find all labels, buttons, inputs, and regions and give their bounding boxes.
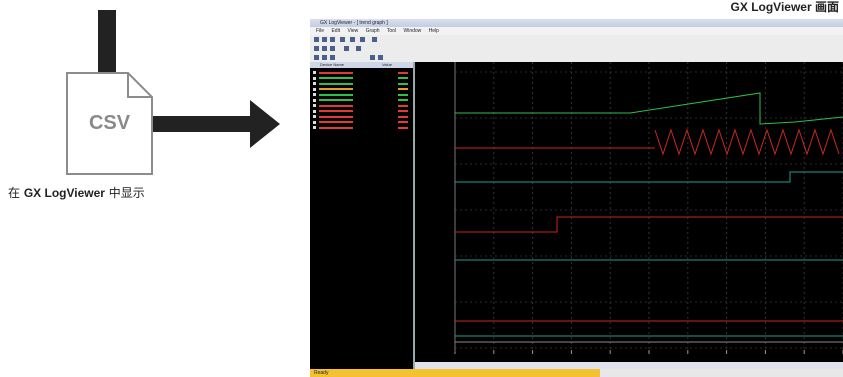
status-bar: Ready (310, 369, 843, 377)
toolbar-icon[interactable] (314, 46, 319, 51)
device-list-row[interactable] (313, 114, 410, 119)
toolbar-icon[interactable] (356, 46, 361, 51)
device-name-bar (319, 110, 353, 112)
menu-help[interactable]: Help (429, 28, 439, 34)
toolbar-icon[interactable] (372, 37, 377, 42)
toolbar-icon[interactable] (322, 37, 327, 42)
logviewer-screenshot: GX LogViewer - [ trend graph ] File Edit… (310, 19, 843, 377)
device-checkbox-icon[interactable] (313, 76, 316, 80)
device-value-bar (398, 104, 408, 107)
toolbar-icon[interactable] (314, 37, 319, 42)
device-value-bar (398, 88, 408, 90)
toolbar-icon[interactable] (322, 46, 327, 51)
toolbar-icon[interactable] (340, 37, 345, 42)
device-list-row[interactable] (313, 120, 410, 125)
status-text: Ready (314, 370, 329, 376)
toolbar-icon[interactable] (350, 37, 355, 42)
toolbar-icon[interactable] (330, 37, 335, 42)
device-list-row[interactable] (313, 109, 410, 114)
menu-graph[interactable]: Graph (366, 28, 380, 34)
menu-file[interactable]: File (316, 28, 324, 34)
arrow-icon (153, 100, 280, 148)
device-list-row[interactable] (313, 103, 410, 108)
toolbar-icon[interactable] (370, 55, 375, 60)
window-title: GX LogViewer - [ trend graph ] (310, 19, 843, 27)
toolbar-icon[interactable] (344, 46, 349, 51)
device-checkbox-icon[interactable] (313, 115, 316, 118)
device-checkbox-icon[interactable] (313, 120, 316, 124)
device-checkbox-icon[interactable] (313, 87, 316, 91)
left-caption: 在 GX LogViewer 中显示 (8, 186, 145, 200)
device-checkbox-icon[interactable] (313, 82, 316, 85)
device-value-bar (398, 99, 408, 101)
toolbar-icon[interactable] (378, 55, 383, 60)
device-value-bar (398, 71, 408, 74)
device-name-bar (319, 82, 353, 85)
menu-window[interactable]: Window (403, 28, 421, 34)
device-name-bar (319, 93, 353, 96)
device-checkbox-icon[interactable] (313, 93, 316, 96)
device-value-bar (398, 126, 408, 129)
device-list-header: Device Name Value (310, 62, 413, 68)
device-checkbox-icon[interactable] (313, 104, 316, 107)
menu-view[interactable]: View (347, 28, 358, 34)
device-name-bar (319, 121, 353, 123)
device-value-bar (398, 121, 408, 123)
device-value-bar (398, 82, 408, 85)
device-list-row[interactable] (313, 76, 410, 81)
device-list-row[interactable] (313, 87, 410, 92)
toolbar-icon[interactable] (314, 55, 319, 60)
device-list-row[interactable] (313, 98, 410, 103)
device-name-bar (319, 104, 353, 107)
device-name-bar (319, 71, 353, 74)
device-name-bar (319, 88, 353, 90)
menu-bar: File Edit View Graph Tool Window Help (310, 27, 843, 35)
status-highlight (310, 369, 600, 377)
device-list-row[interactable] (313, 125, 410, 130)
device-value-bar (398, 110, 408, 112)
device-list-row[interactable] (313, 81, 410, 86)
device-checkbox-icon[interactable] (313, 109, 316, 113)
csv-label: CSV (88, 112, 131, 134)
trend-graph[interactable] (415, 62, 843, 362)
device-checkbox-icon[interactable] (313, 98, 316, 102)
device-list-row[interactable] (313, 70, 410, 75)
device-name-bar (319, 99, 353, 101)
menu-tool[interactable]: Tool (387, 28, 396, 34)
device-name-bar (319, 77, 353, 79)
device-name-bar (319, 126, 353, 129)
device-checkbox-icon[interactable] (313, 71, 316, 74)
menu-edit[interactable]: Edit (331, 28, 340, 34)
device-value-bar (398, 77, 408, 79)
toolbar-icon[interactable] (322, 55, 327, 60)
device-name-bar (319, 115, 353, 118)
toolbar-icon[interactable] (360, 37, 365, 42)
device-value-bar (398, 93, 408, 96)
device-value-bar (398, 115, 408, 118)
device-list-row[interactable] (313, 92, 410, 97)
device-checkbox-icon[interactable] (313, 126, 316, 129)
input-bar (98, 10, 116, 72)
screen-caption: GX LogViewer 画面 (730, 0, 839, 14)
device-list-pane[interactable]: Device Name Value (310, 62, 415, 377)
toolbar-icon[interactable] (330, 55, 335, 60)
toolbar-icon[interactable] (330, 46, 335, 51)
